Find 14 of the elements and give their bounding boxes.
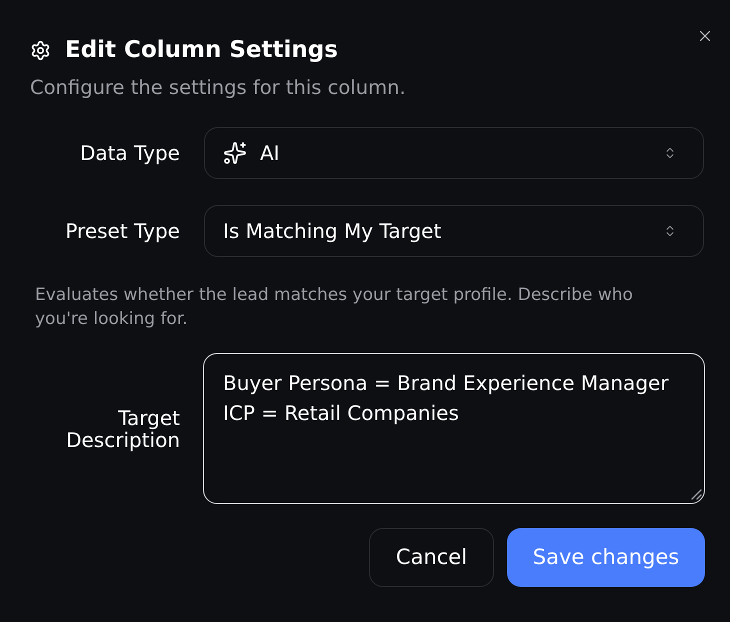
field-label: Data Type <box>80 140 180 166</box>
field-label: Preset Type <box>65 218 180 244</box>
gear-icon <box>30 40 51 60</box>
target-description-field[interactable]: Buyer Persona = Brand Experience Manager ICP = Retail Companies <box>203 353 705 504</box>
dialog-title: Edit Column Settings <box>65 36 338 65</box>
sparkle-icon <box>223 141 247 165</box>
select-field[interactable]: Is Matching My Target <box>204 205 704 257</box>
resize-handle-icon[interactable] <box>690 488 702 500</box>
help-text: Evaluates whether the lead matches your target profile. Describe who you're looking for. <box>35 284 634 331</box>
dialog-subtitle: Configure the settings for this column. <box>30 75 406 101</box>
select-field[interactable]: AI <box>204 127 704 179</box>
save-changes-button[interactable]: Save changes <box>507 528 705 587</box>
field-label: Target Description <box>65 406 180 450</box>
cancel-button[interactable]: Cancel <box>369 528 494 587</box>
